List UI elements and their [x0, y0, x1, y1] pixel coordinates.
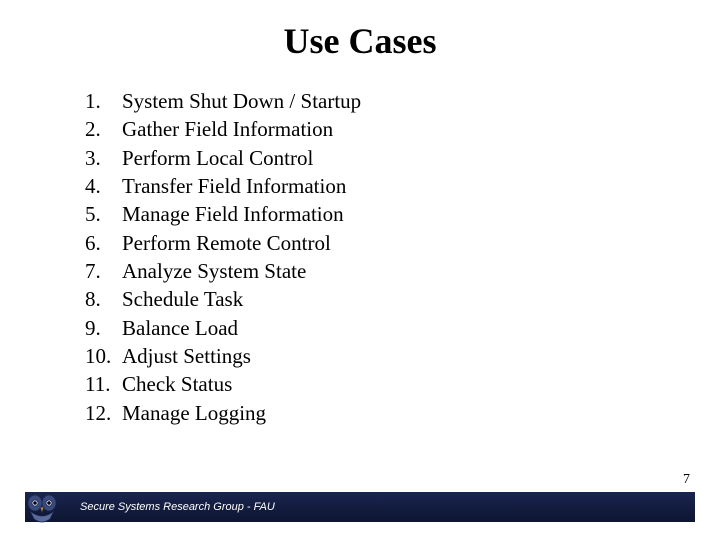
list-item-number: 4. [85, 172, 122, 200]
list-item: 10. Adjust Settings [85, 342, 720, 370]
list-item-text: Gather Field Information [122, 115, 333, 143]
list-item-text: System Shut Down / Startup [122, 87, 361, 115]
use-case-list: 1. System Shut Down / Startup 2. Gather … [85, 87, 720, 427]
list-item-text: Perform Local Control [122, 144, 313, 172]
page-number: 7 [683, 472, 690, 488]
list-item-text: Manage Field Information [122, 200, 344, 228]
list-item-text: Adjust Settings [122, 342, 251, 370]
list-item-number: 12. [85, 399, 122, 427]
list-item: 9. Balance Load [85, 314, 720, 342]
list-item: 5. Manage Field Information [85, 200, 720, 228]
list-item-number: 11. [85, 370, 122, 398]
list-item-number: 1. [85, 87, 122, 115]
slide-container: Use Cases 1. System Shut Down / Startup … [0, 0, 720, 540]
list-item: 3. Perform Local Control [85, 144, 720, 172]
list-item-number: 2. [85, 115, 122, 143]
footer-text: Secure Systems Research Group - FAU [80, 501, 275, 513]
list-item: 1. System Shut Down / Startup [85, 87, 720, 115]
list-item-text: Analyze System State [122, 257, 306, 285]
list-item: 8. Schedule Task [85, 285, 720, 313]
list-item-text: Manage Logging [122, 399, 266, 427]
footer-bar: Secure Systems Research Group - FAU [25, 492, 695, 522]
list-item: 2. Gather Field Information [85, 115, 720, 143]
list-item: 6. Perform Remote Control [85, 229, 720, 257]
slide-content: 1. System Shut Down / Startup 2. Gather … [0, 72, 720, 427]
list-item: 4. Transfer Field Information [85, 172, 720, 200]
list-item: 7. Analyze System State [85, 257, 720, 285]
list-item-number: 7. [85, 257, 122, 285]
list-item-number: 8. [85, 285, 122, 313]
list-item-text: Balance Load [122, 314, 238, 342]
list-item-text: Check Status [122, 370, 232, 398]
list-item-text: Perform Remote Control [122, 229, 331, 257]
list-item-text: Schedule Task [122, 285, 243, 313]
list-item-number: 3. [85, 144, 122, 172]
list-item-text: Transfer Field Information [122, 172, 346, 200]
list-item: 11. Check Status [85, 370, 720, 398]
list-item-number: 9. [85, 314, 122, 342]
list-item-number: 6. [85, 229, 122, 257]
owl-logo-icon [20, 485, 64, 529]
list-item-number: 10. [85, 342, 122, 370]
list-item: 12. Manage Logging [85, 399, 720, 427]
list-item-number: 5. [85, 200, 122, 228]
slide-title: Use Cases [0, 0, 720, 72]
